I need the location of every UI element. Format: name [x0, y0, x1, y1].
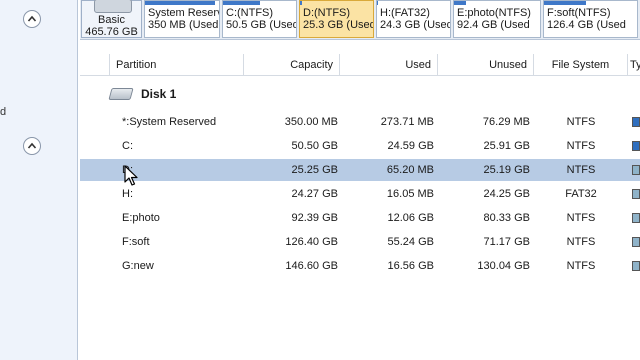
table-row[interactable]: E:photo 92.39 GB 12.06 GB 80.33 GB NTFS — [80, 207, 640, 229]
type-swatch-logical — [632, 261, 640, 271]
partition-block-name: C:(NTFS) — [226, 7, 274, 19]
partition-block-size: 24.3 GB (Used — [380, 19, 451, 31]
disk-group-label[interactable]: Disk 1 — [108, 84, 177, 104]
column-header-partition[interactable]: Partition — [110, 54, 244, 76]
partition-block-name: E:photo(NTFS) — [457, 7, 531, 19]
cell-partition: G:new — [122, 260, 154, 272]
column-header-capacity[interactable]: Capacity — [244, 54, 340, 76]
table-row[interactable]: *:System Reserved 350.00 MB 273.71 MB 76… — [80, 111, 640, 133]
cell-capacity: 146.60 GB — [285, 260, 338, 272]
table-row[interactable]: F:soft 126.40 GB 55.24 GB 71.17 GB NTFS — [80, 231, 640, 253]
cell-partition: E:photo — [122, 212, 160, 224]
cell-unused: 76.29 MB — [482, 116, 530, 128]
collapse-section-button[interactable] — [23, 10, 41, 28]
left-panel: d — [0, 0, 78, 360]
cell-partition: C: — [122, 140, 133, 152]
column-header-unused[interactable]: Unused — [438, 54, 534, 76]
cell-file-system: FAT32 — [565, 188, 597, 200]
usage-bar — [454, 1, 466, 5]
cell-capacity: 350.00 MB — [284, 116, 338, 128]
partition-block-name: D:(NTFS) — [303, 7, 351, 19]
cell-capacity: 92.39 GB — [291, 212, 338, 224]
type-swatch-logical — [632, 237, 640, 247]
cell-unused: 24.25 GB — [483, 188, 530, 200]
disk-type-label: Basic — [98, 14, 125, 26]
cell-file-system: NTFS — [566, 140, 596, 152]
collapse-section-button-2[interactable] — [23, 137, 41, 155]
cell-used: 16.05 MB — [386, 188, 434, 200]
usage-bar — [223, 1, 260, 5]
header-spacer — [80, 54, 110, 76]
partition-block-size: 25.3 GB (Used — [303, 19, 374, 31]
partition-block-name: H:(FAT32) — [380, 7, 430, 19]
partition-block-size: 92.4 GB (Used — [457, 19, 530, 31]
partition-block-size: 50.5 GB (Used — [226, 19, 297, 31]
cell-capacity: 24.27 GB — [291, 188, 338, 200]
type-swatch-logical — [632, 165, 640, 175]
cell-unused: 25.19 GB — [483, 164, 530, 176]
disk-summary[interactable]: Basic 465.76 GB — [81, 0, 142, 38]
cell-unused: 80.33 GB — [483, 212, 530, 224]
cell-used: 65.20 MB — [386, 164, 434, 176]
disk-icon — [108, 88, 134, 100]
partition-block-e[interactable]: E:photo(NTFS) 92.4 GB (Used — [453, 0, 541, 38]
cell-partition: *:System Reserved — [122, 116, 217, 128]
partition-block-size: 126.4 GB (Used — [547, 19, 626, 31]
mouse-cursor-icon — [124, 165, 138, 186]
usage-bar — [145, 1, 215, 5]
table-row[interactable]: C: 50.50 GB 24.59 GB 25.91 GB NTFS — [80, 135, 640, 157]
cell-unused: 71.17 GB — [483, 236, 530, 248]
usage-bar — [544, 1, 586, 5]
disk-map: Basic 465.76 GB System Reserv 350 MB (Us… — [80, 0, 640, 40]
cell-file-system: NTFS — [566, 260, 596, 272]
cell-file-system: NTFS — [566, 212, 596, 224]
table-row-selected[interactable]: D: 25.25 GB 65.20 MB 25.19 GB NTFS — [80, 159, 640, 181]
cell-used: 12.06 GB — [387, 212, 434, 224]
chevron-up-icon — [27, 15, 37, 22]
disk-name: Disk 1 — [141, 87, 177, 101]
column-header-file-system[interactable]: File System — [534, 54, 628, 76]
partition-block-system-reserved[interactable]: System Reserv 350 MB (Used: — [144, 0, 220, 38]
chevron-up-icon — [27, 142, 37, 149]
table-row[interactable]: H: 24.27 GB 16.05 MB 24.25 GB FAT32 — [80, 183, 640, 205]
cell-unused: 130.04 GB — [477, 260, 530, 272]
cell-file-system: NTFS — [566, 164, 596, 176]
column-header-used[interactable]: Used — [340, 54, 438, 76]
cell-partition: F:soft — [122, 236, 150, 248]
column-header-type[interactable]: Ty — [628, 54, 640, 76]
type-swatch-primary — [632, 117, 640, 127]
type-swatch-logical — [632, 213, 640, 223]
partition-block-h[interactable]: H:(FAT32) 24.3 GB (Used — [376, 0, 451, 38]
cell-used: 16.56 GB — [387, 260, 434, 272]
partition-block-f[interactable]: F:soft(NTFS) 126.4 GB (Used — [543, 0, 638, 38]
cell-capacity: 126.40 GB — [285, 236, 338, 248]
disk-size-label: 465.76 GB — [85, 26, 138, 38]
partition-table-header: Partition Capacity Used Unused File Syst… — [80, 54, 640, 76]
partition-block-name: F:soft(NTFS) — [547, 7, 611, 19]
cell-capacity: 25.25 GB — [291, 164, 338, 176]
type-swatch-logical — [632, 189, 640, 199]
partition-block-c[interactable]: C:(NTFS) 50.5 GB (Used — [222, 0, 297, 38]
cell-capacity: 50.50 GB — [291, 140, 338, 152]
usage-bar — [377, 1, 378, 5]
cell-used: 55.24 GB — [387, 236, 434, 248]
cell-used: 273.71 MB — [380, 116, 434, 128]
cell-used: 24.59 GB — [387, 140, 434, 152]
type-swatch-primary — [632, 141, 640, 151]
sidebar-text: d — [0, 106, 7, 118]
partition-block-size: 350 MB (Used: — [148, 19, 220, 31]
usage-bar — [300, 1, 302, 5]
partition-block-d[interactable]: D:(NTFS) 25.3 GB (Used — [299, 0, 374, 38]
table-row[interactable]: G:new 146.60 GB 16.56 GB 130.04 GB NTFS — [80, 255, 640, 277]
hard-disk-icon — [94, 0, 132, 13]
cell-unused: 25.91 GB — [483, 140, 530, 152]
partition-block-name: System Reserv — [148, 7, 220, 19]
cell-file-system: NTFS — [566, 236, 596, 248]
cell-file-system: NTFS — [566, 116, 596, 128]
